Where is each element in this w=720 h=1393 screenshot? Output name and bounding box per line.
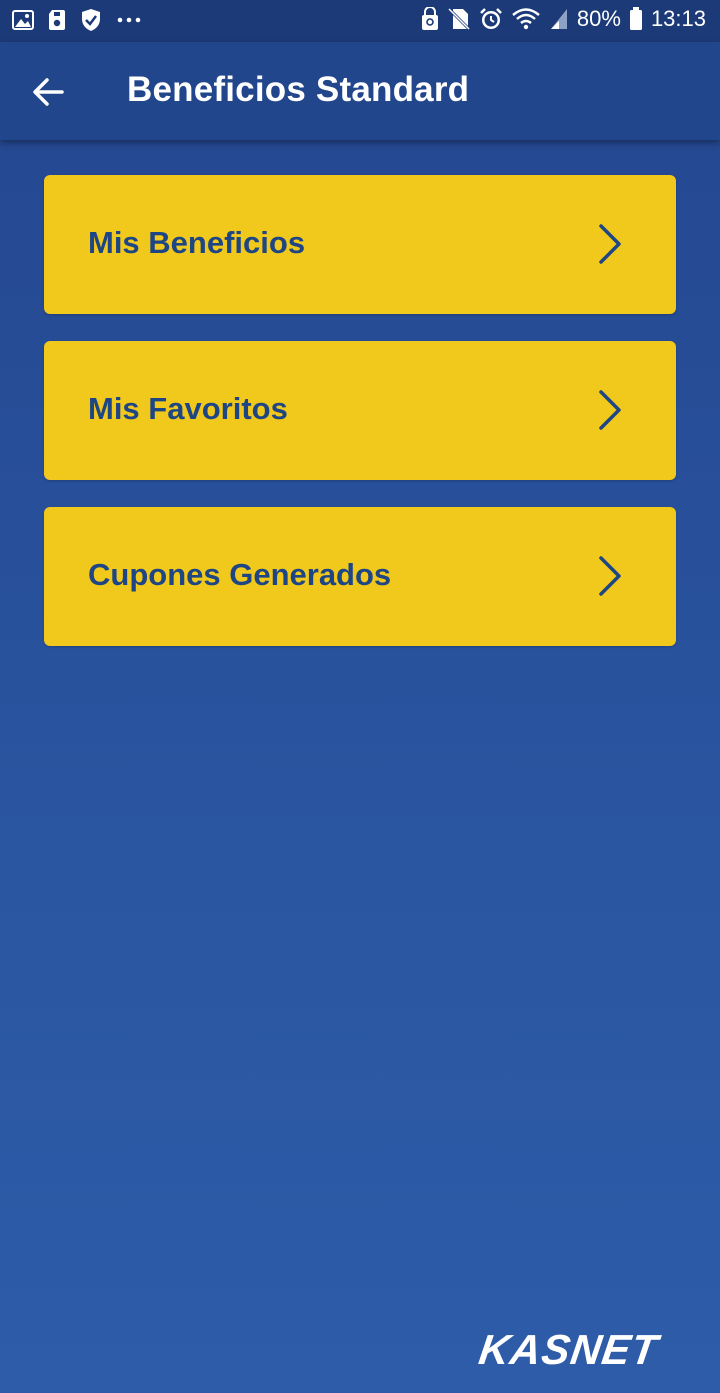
more-dots-icon: [116, 16, 142, 24]
menu-item-mis-favoritos[interactable]: Mis Favoritos: [44, 341, 676, 480]
logo-text: KASNET: [476, 1326, 663, 1370]
status-bar-right: 80% 13:13: [421, 6, 706, 32]
chevron-right-icon: [596, 222, 624, 266]
shield-icon: [80, 8, 102, 32]
chevron-right-icon: [596, 388, 624, 432]
alarm-icon: [479, 7, 503, 31]
back-button[interactable]: [26, 69, 72, 115]
image-icon: [12, 10, 34, 30]
menu-item-label: Mis Favoritos: [88, 391, 288, 426]
signal-icon: [549, 7, 569, 31]
clock-time: 13:13: [650, 6, 706, 31]
app-bar: Beneficios Standard: [0, 42, 720, 140]
arrow-left-icon: [26, 78, 72, 119]
wifi-icon: [511, 7, 541, 31]
battery-icon: [629, 7, 643, 31]
chevron-right-icon: [596, 554, 624, 598]
battery-percent: 80%: [576, 6, 621, 31]
status-bar: 80% 13:13: [0, 0, 720, 42]
sd-card-icon: [48, 9, 66, 31]
menu-item-cupones-generados[interactable]: Cupones Generados: [44, 507, 676, 646]
no-sim-icon: [447, 7, 471, 31]
menu-item-label: Cupones Generados: [88, 557, 392, 592]
menu-item-label: Mis Beneficios: [88, 225, 306, 260]
status-bar-left: [12, 8, 142, 32]
sync-lock-icon: [421, 7, 439, 31]
menu-item-mis-beneficios[interactable]: Mis Beneficios: [44, 175, 676, 314]
kasnet-logo: KASNET: [454, 1326, 690, 1373]
page-title: Beneficios Standard: [127, 70, 470, 109]
benefits-menu: Mis Beneficios Mis Favoritos Cupones Gen…: [44, 175, 676, 673]
